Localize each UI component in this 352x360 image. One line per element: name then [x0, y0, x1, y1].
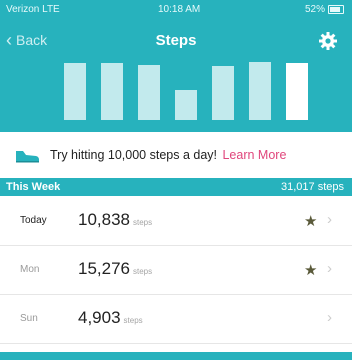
gear-icon[interactable] — [318, 31, 338, 51]
week-label: This Week — [6, 181, 61, 193]
day-label: Sun — [20, 313, 38, 324]
day-steps: 15,276 steps — [78, 259, 152, 279]
step-count: 10,838 — [78, 210, 130, 229]
nav-bar: ‹ Back Steps — [0, 26, 352, 56]
day-label: Today — [20, 215, 47, 226]
week-total: 31,017 steps — [281, 181, 344, 193]
chevron-right-icon: › — [327, 211, 332, 228]
battery-label: 52% — [304, 4, 325, 15]
learn-more-link[interactable]: Learn More — [222, 148, 286, 162]
tip-message: Try hitting 10,000 steps a day! — [50, 148, 217, 162]
step-unit: steps — [123, 316, 143, 325]
header-panel: Verizon LTE 10:18 AM 52% ‹ Back Steps — [0, 0, 352, 132]
chart-bar[interactable] — [286, 63, 308, 120]
step-count: 4,903 — [78, 308, 121, 327]
battery-icon — [328, 5, 344, 14]
chart-bar[interactable] — [101, 63, 123, 120]
steps-screen: Verizon LTE 10:18 AM 52% ‹ Back Steps Tr… — [0, 0, 352, 360]
day-label: Mon — [20, 264, 40, 275]
step-count: 15,276 — [78, 259, 130, 278]
step-unit: steps — [133, 267, 153, 276]
chevron-right-icon: › — [327, 260, 332, 277]
chevron-right-icon: › — [327, 309, 332, 326]
day-steps: 4,903 steps — [78, 308, 143, 328]
clock-label: 10:18 AM — [158, 4, 201, 15]
chart-bar[interactable] — [249, 62, 271, 120]
chart-bar[interactable] — [175, 90, 197, 120]
battery-indicator: 52% — [305, 4, 344, 15]
step-unit: steps — [133, 218, 153, 227]
shoe-icon — [16, 151, 39, 163]
day-steps: 10,838 steps — [78, 210, 152, 230]
chart-bar[interactable] — [138, 65, 160, 120]
chart-bar[interactable] — [64, 63, 86, 120]
tip-text: Try hitting 10,000 steps a day! Learn Mo… — [50, 148, 286, 162]
carrier-label: Verizon LTE — [6, 4, 60, 15]
day-row-mon[interactable]: Mon 15,276 steps ★ › — [0, 246, 352, 295]
chart-bar[interactable] — [212, 66, 234, 120]
star-icon: ★ — [304, 262, 318, 279]
week-header: This Week 31,017 steps — [0, 178, 352, 196]
tip-banner: Try hitting 10,000 steps a day! Learn Mo… — [0, 140, 352, 170]
star-icon: ★ — [304, 213, 318, 230]
status-bar: Verizon LTE 10:18 AM 52% — [0, 0, 352, 20]
page-title: Steps — [155, 32, 197, 49]
bottom-strip — [0, 352, 352, 360]
day-row-today[interactable]: Today 10,838 steps ★ › — [0, 197, 352, 246]
day-row-sun[interactable]: Sun 4,903 steps › — [0, 295, 352, 344]
steps-bar-chart[interactable] — [0, 60, 352, 132]
